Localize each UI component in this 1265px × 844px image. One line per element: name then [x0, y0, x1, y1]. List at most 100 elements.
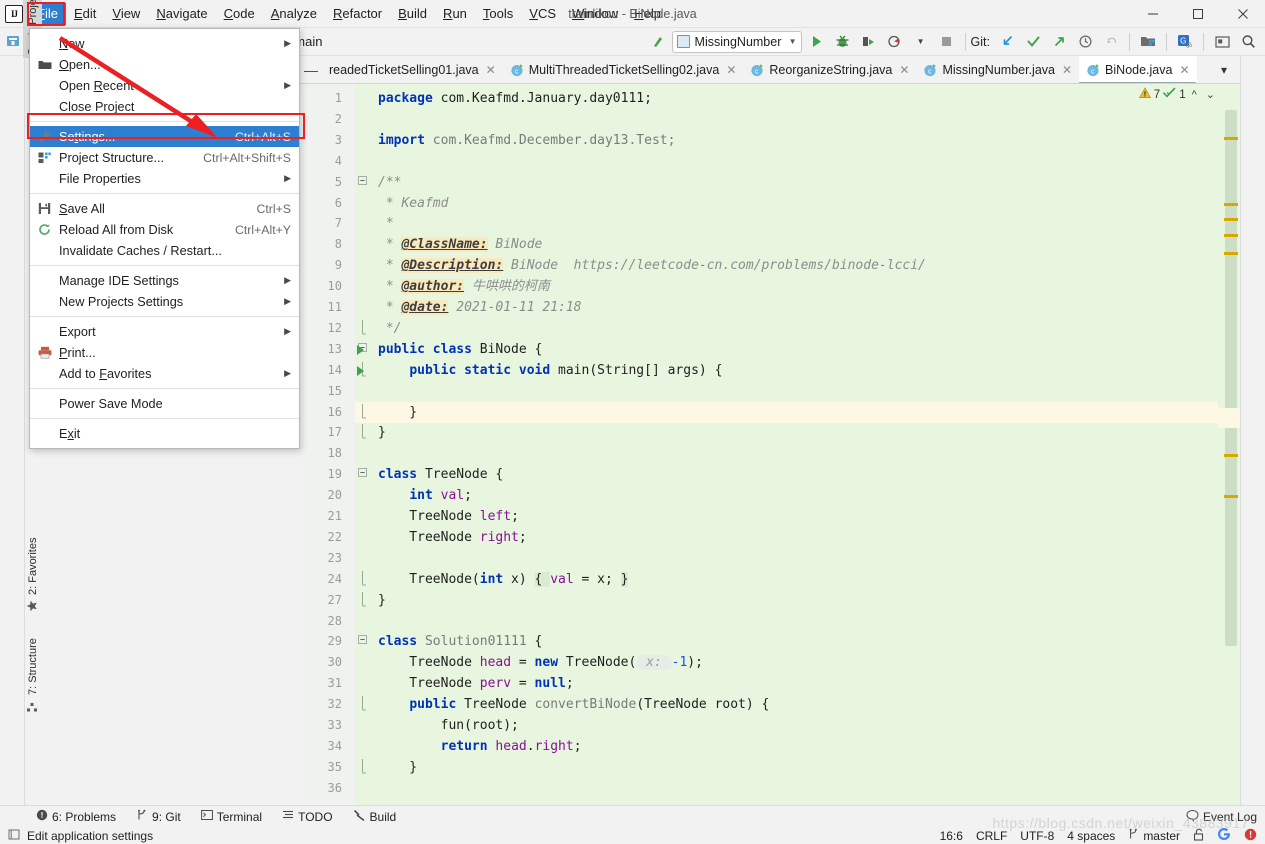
file-menu-item-file-properties[interactable]: File Properties ▶ — [30, 168, 299, 189]
translate-icon[interactable]: Gॐ — [1173, 30, 1197, 54]
sidebar-item-structure[interactable]: 7: Structure — [23, 634, 42, 716]
bottom-item-git[interactable]: 9: Git — [126, 809, 191, 824]
editor-tab-multithreadedticketselling02[interactable]: c MultiThreadedTicketSelling02.java ✕ — [503, 56, 744, 83]
code-line[interactable]: } — [378, 402, 417, 423]
code-line[interactable]: package com.Keafmd.January.day0111; — [378, 88, 652, 109]
code-line[interactable] — [378, 611, 386, 632]
code-line[interactable]: /** — [378, 172, 401, 193]
stop-icon[interactable] — [935, 30, 959, 54]
code-line[interactable]: TreeNode head = new TreeNode( x: -1); — [378, 652, 703, 673]
code-line[interactable]: * Keafmd — [378, 193, 449, 214]
inspection-marker[interactable] — [1224, 137, 1238, 140]
code-content[interactable]: package com.Keafmd.January.day0111; impo… — [378, 84, 1216, 805]
file-menu-item-print[interactable]: Print... — [30, 342, 299, 363]
run-gutter-icon[interactable] — [357, 365, 364, 376]
inspection-marker[interactable] — [1224, 234, 1238, 237]
collapse-icon[interactable]: — — [300, 56, 322, 83]
code-line[interactable]: int val; — [378, 485, 472, 506]
editor-tab-missingnumber[interactable]: c MissingNumber.java ✕ — [916, 56, 1079, 83]
editor-tab-binode[interactable]: c BiNode.java ✕ — [1079, 56, 1197, 83]
code-line[interactable]: return head.right; — [378, 736, 582, 757]
code-line[interactable]: class Solution01111 { — [378, 631, 542, 652]
menu-run[interactable]: Run — [435, 3, 475, 25]
previous-problem-chevron-up-icon[interactable]: ^ — [1189, 89, 1200, 101]
editor-tab-bar[interactable]: — readedTicketSelling01.java ✕ c MultiThrea… — [300, 56, 1240, 84]
code-line[interactable]: * @ClassName: BiNode — [378, 234, 542, 255]
code-line[interactable]: } — [378, 422, 386, 443]
code-line[interactable]: fun(root); — [378, 715, 519, 736]
code-line[interactable]: TreeNode perv = null; — [378, 673, 573, 694]
menu-tools[interactable]: Tools — [475, 3, 521, 25]
code-line[interactable] — [378, 109, 386, 130]
chevron-down-icon[interactable]: ▼ — [909, 30, 933, 54]
code-line[interactable]: * — [378, 213, 394, 234]
menu-analyze[interactable]: Analyze — [263, 3, 325, 25]
close-icon[interactable]: ✕ — [1062, 63, 1072, 77]
profile-icon[interactable] — [883, 30, 907, 54]
code-line[interactable]: TreeNode left; — [378, 506, 519, 527]
menu-navigate[interactable]: Navigate — [148, 3, 215, 25]
code-line[interactable]: class TreeNode { — [378, 464, 503, 485]
inspection-marker[interactable] — [1224, 454, 1238, 457]
file-menu-item-reload-all-from-disk[interactable]: Reload All from Disk Ctrl+Alt+Y — [30, 219, 299, 240]
code-line[interactable]: * @author: 牛哄哄的柯南 — [378, 276, 550, 297]
file-menu-item-exit[interactable]: Exit — [30, 423, 299, 444]
code-line[interactable] — [378, 548, 386, 569]
code-line[interactable]: import com.Keafmd.December.day13.Test; — [378, 130, 675, 151]
menu-view[interactable]: View — [104, 3, 148, 25]
history-icon[interactable] — [1073, 30, 1097, 54]
code-line[interactable]: * @date: 2021-01-11 21:18 — [378, 297, 582, 318]
file-menu-item-new[interactable]: New ▶ — [30, 33, 299, 54]
editor-scrollbar-thumb[interactable] — [1225, 110, 1237, 646]
inspection-status-widget[interactable]: 7 1 ^ ⌄ — [1138, 87, 1218, 102]
inspection-scrollbar[interactable] — [1218, 84, 1240, 805]
code-line[interactable] — [378, 381, 386, 402]
inspection-marker[interactable] — [1224, 203, 1238, 206]
minimize-button[interactable] — [1130, 0, 1175, 28]
editor-tab-reorganizestring[interactable]: c ReorganizeString.java ✕ — [743, 56, 916, 83]
file-menu-item-new-projects-settings[interactable]: New Projects Settings ▶ — [30, 291, 299, 312]
project-structure-icon[interactable] — [1136, 30, 1160, 54]
next-problem-chevron-down-icon[interactable]: ⌄ — [1203, 88, 1218, 101]
bottom-item-todo[interactable]: TODO — [272, 809, 342, 824]
debug-icon[interactable] — [831, 30, 855, 54]
git-commit-icon[interactable] — [1021, 30, 1045, 54]
file-menu-item-save-all[interactable]: Save All Ctrl+S — [30, 198, 299, 219]
close-icon[interactable]: ✕ — [899, 63, 909, 77]
file-menu-item-close-project[interactable]: Close Project — [30, 96, 299, 117]
bottom-item-build[interactable]: Build — [343, 809, 407, 824]
git-push-icon[interactable] — [1047, 30, 1071, 54]
code-line[interactable]: } — [378, 757, 417, 778]
file-menu-item-invalidate-caches-restart[interactable]: Invalidate Caches / Restart... — [30, 240, 299, 261]
maximize-button[interactable] — [1175, 0, 1220, 28]
menu-refactor[interactable]: Refactor — [325, 3, 390, 25]
close-icon[interactable]: ✕ — [726, 63, 736, 77]
menu-code[interactable]: Code — [216, 3, 263, 25]
run-icon[interactable] — [805, 30, 829, 54]
inspection-marker[interactable] — [1224, 218, 1238, 221]
code-line[interactable]: public static void main(String[] args) { — [378, 360, 722, 381]
code-line[interactable]: */ — [378, 318, 402, 339]
bottom-item-terminal[interactable]: Terminal — [191, 809, 272, 824]
back-arrow-icon[interactable] — [647, 30, 671, 54]
chevron-down-icon[interactable]: ▼ — [789, 37, 797, 46]
inspection-marker[interactable] — [1224, 252, 1238, 255]
code-line[interactable]: TreeNode right; — [378, 527, 526, 548]
inspection-marker[interactable] — [1224, 495, 1238, 498]
rollback-icon[interactable] — [1099, 30, 1123, 54]
close-icon[interactable]: ✕ — [486, 63, 496, 77]
run-gutter-icon[interactable] — [357, 344, 364, 355]
file-menu-item-export[interactable]: Export ▶ — [30, 321, 299, 342]
sidebar-item-favorites[interactable]: 2: Favorites — [23, 534, 42, 616]
run-gutter-markers[interactable] — [355, 84, 371, 805]
file-menu-popup[interactable]: New ▶ Open... Open Recent ▶ Close Project Sett… — [29, 28, 300, 449]
code-line[interactable] — [378, 778, 386, 799]
code-line[interactable]: public class BiNode { — [378, 339, 542, 360]
file-menu-item-manage-ide-settings[interactable]: Manage IDE Settings ▶ — [30, 270, 299, 291]
code-line[interactable] — [378, 443, 386, 464]
tab-list-chevron-icon[interactable]: ▾ — [1213, 56, 1235, 84]
file-menu-item-power-save-mode[interactable]: Power Save Mode — [30, 393, 299, 414]
close-icon[interactable]: ✕ — [1179, 63, 1189, 77]
menu-build[interactable]: Build — [390, 3, 435, 25]
bottom-item-problems[interactable]: 6: Problems — [26, 809, 126, 824]
